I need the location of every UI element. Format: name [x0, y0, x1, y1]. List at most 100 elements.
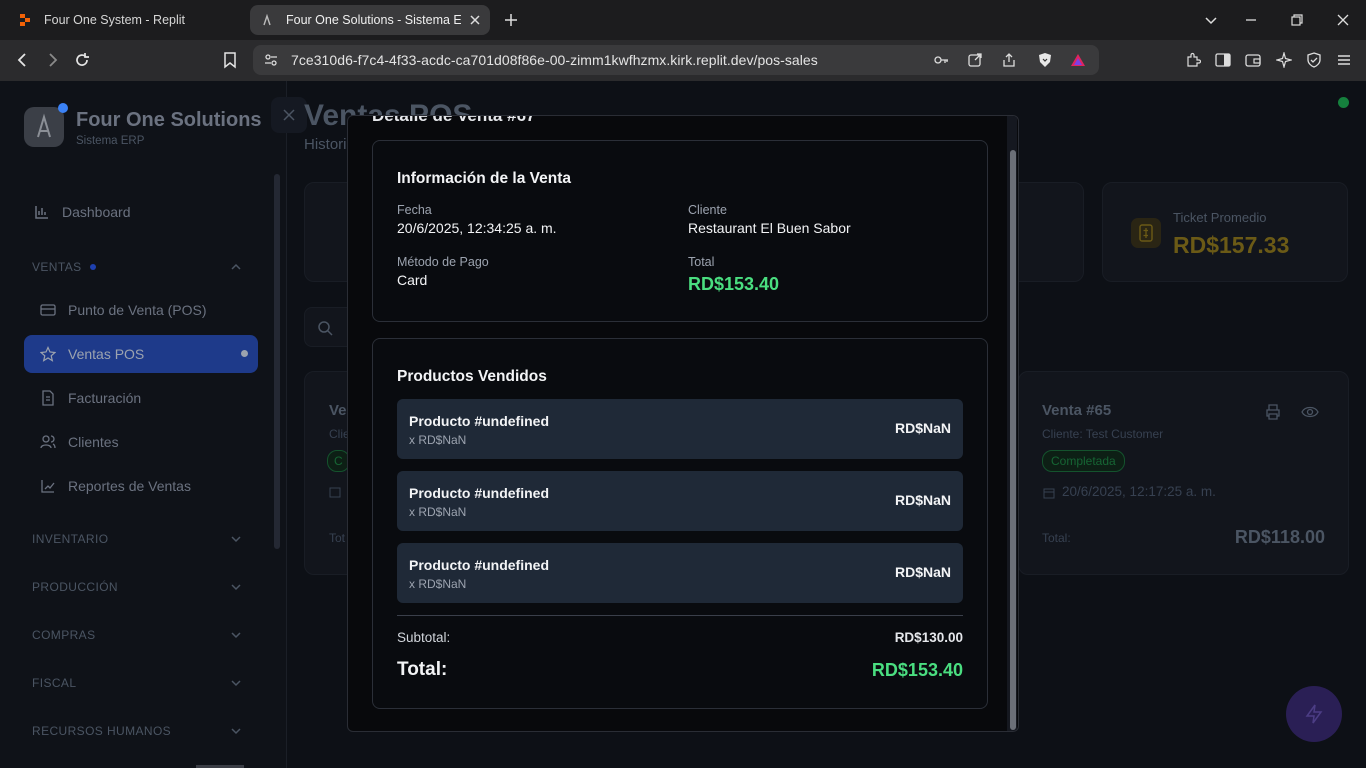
leo-ai-icon[interactable]	[1276, 52, 1292, 68]
key-icon[interactable]	[933, 52, 949, 68]
close-tab-icon[interactable]	[468, 13, 482, 27]
minimize-icon[interactable]	[1243, 12, 1259, 28]
product-qty: x RD$NaN	[409, 577, 467, 591]
sidebar-item-label: Clientes	[68, 434, 119, 450]
sale-title: Ve	[329, 402, 347, 419]
sale-card-venta-65[interactable]: Venta #65 Cliente: Test Customer Complet…	[1018, 371, 1349, 575]
sidebar-item-label: Facturación	[68, 390, 142, 406]
sale-total-label: Tot	[329, 531, 346, 545]
notification-dot	[58, 103, 68, 113]
product-row: Producto #undefined x RD$NaN RD$NaN	[397, 471, 963, 531]
wallet-icon[interactable]	[1245, 52, 1261, 68]
restore-icon[interactable]	[1289, 12, 1305, 28]
brand-subtitle: Sistema ERP	[76, 135, 145, 147]
product-name: Producto #undefined	[409, 557, 549, 573]
sale-info-card: Información de la Venta Fecha 20/6/2025,…	[372, 140, 988, 322]
extensions-icon[interactable]	[1185, 52, 1201, 68]
sale-detail-modal: Detalle de Venta #67 Información de la V…	[347, 115, 1019, 732]
sidebar-item-label: Reportes de Ventas	[68, 478, 191, 494]
sidebar-item-label: Dashboard	[62, 204, 131, 220]
product-name: Producto #undefined	[409, 485, 549, 501]
section-indicator	[89, 264, 96, 270]
grand-total-value: RD$153.40	[871, 660, 963, 680]
replit-icon	[20, 14, 30, 26]
status-badge: Completada	[1042, 450, 1125, 472]
sale-title: Venta #65	[1042, 402, 1112, 419]
brave-rewards-icon[interactable]	[1070, 52, 1086, 68]
open-external-icon[interactable]	[967, 52, 983, 68]
users-icon	[40, 435, 56, 449]
sidebar-item-ventas-pos[interactable]: Ventas POS	[24, 335, 258, 373]
stat-value: RD$157.33	[1173, 232, 1290, 258]
close-window-icon[interactable]	[1335, 12, 1351, 28]
section-label: FISCAL	[32, 676, 77, 690]
metodo-pago-label: Método de Pago	[397, 255, 489, 269]
bar-chart-icon	[35, 206, 48, 219]
forward-icon[interactable]	[43, 51, 61, 69]
section-label: COMPRAS	[32, 628, 96, 642]
sale-date: 20/6/2025, 12:17:25 a. m.	[1062, 484, 1216, 499]
section-label: VENTAS	[32, 260, 82, 274]
chevron-down-icon	[231, 632, 241, 639]
chevron-down-icon	[231, 680, 241, 687]
section-inventario[interactable]: INVENTARIO	[32, 532, 242, 546]
share-icon[interactable]	[1001, 52, 1017, 68]
section-label: PRODUCCIÓN	[32, 580, 119, 594]
section-ventas[interactable]: VENTAS	[32, 260, 242, 274]
stat-label: Ticket Promedio	[1173, 210, 1267, 225]
bookmark-icon[interactable]	[221, 51, 239, 69]
grand-total-label: Total:	[397, 659, 448, 680]
fecha-label: Fecha	[397, 203, 432, 217]
total-label: Total	[688, 255, 715, 269]
sidebar-item-dashboard[interactable]: Dashboard	[18, 193, 252, 231]
chevron-up-icon	[231, 263, 241, 270]
sidebar-item-clientes[interactable]: Clientes	[24, 423, 258, 461]
vpn-icon[interactable]	[1306, 52, 1322, 68]
metodo-pago-value: Card	[397, 272, 428, 288]
address-bar[interactable]: 7ce310d6-f7c4-4f33-acdc-ca701d08f86e-00-…	[253, 45, 1099, 75]
close-icon	[283, 109, 295, 121]
back-icon[interactable]	[14, 51, 32, 69]
close-sidebar-button[interactable]	[271, 97, 307, 133]
fecha-value: 20/6/2025, 12:34:25 a. m.	[397, 220, 557, 236]
sidebar-item-reportes[interactable]: Reportes de Ventas	[24, 467, 258, 505]
reload-icon[interactable]	[73, 51, 91, 69]
sidebar-toggle-icon[interactable]	[1215, 52, 1231, 68]
eye-icon[interactable]	[1301, 404, 1319, 420]
sidebar-scrollbar[interactable]	[274, 174, 280, 549]
sidebar-item-pos[interactable]: Punto de Venta (POS)	[24, 291, 258, 329]
sale-total-label: Total:	[1042, 531, 1071, 545]
chevron-down-icon	[231, 728, 241, 735]
stat-card-ticket-promedio: Ticket Promedio RD$157.33	[1102, 182, 1348, 282]
section-fiscal[interactable]: FISCAL	[32, 676, 242, 690]
section-compras[interactable]: COMPRAS	[32, 628, 242, 642]
cliente-label: Cliente	[688, 203, 727, 217]
tab-title: Four One Solutions - Sistema ERP	[286, 13, 461, 27]
sidebar: Four One Solutions Sistema ERP Dashboard…	[0, 81, 287, 768]
tab-erp[interactable]: Four One Solutions - Sistema ERP	[250, 5, 490, 35]
section-rrhh[interactable]: RECURSOS HUMANOS	[32, 724, 242, 738]
tab-replit[interactable]: Four One System - Replit	[8, 5, 248, 35]
active-indicator	[241, 350, 248, 357]
new-tab-icon[interactable]	[503, 12, 519, 28]
total-value: RD$153.40	[688, 274, 780, 294]
section-produccion[interactable]: PRODUCCIÓN	[32, 580, 242, 594]
site-settings-icon[interactable]	[263, 52, 279, 68]
modal-title: Detalle de Venta #67	[372, 115, 536, 125]
tab-search-chevron-icon[interactable]	[1203, 12, 1219, 28]
modal-scrollbar-thumb[interactable]	[1010, 150, 1016, 730]
product-qty: x RD$NaN	[409, 433, 467, 447]
lightning-icon	[1305, 704, 1323, 724]
section-label: INVENTARIO	[32, 532, 109, 546]
products-heading: Productos Vendidos	[397, 368, 547, 385]
menu-icon[interactable]	[1336, 52, 1352, 68]
quick-action-button[interactable]	[1286, 686, 1342, 742]
product-price: RD$NaN	[894, 420, 951, 436]
brave-shield-icon[interactable]	[1037, 52, 1053, 68]
print-icon[interactable]	[1265, 404, 1281, 420]
sidebar-item-facturacion[interactable]: Facturación	[24, 379, 258, 417]
chart-icon	[41, 480, 55, 493]
tab-title: Four One System - Replit	[44, 13, 186, 27]
product-name: Producto #undefined	[409, 413, 549, 429]
document-icon	[42, 390, 54, 406]
